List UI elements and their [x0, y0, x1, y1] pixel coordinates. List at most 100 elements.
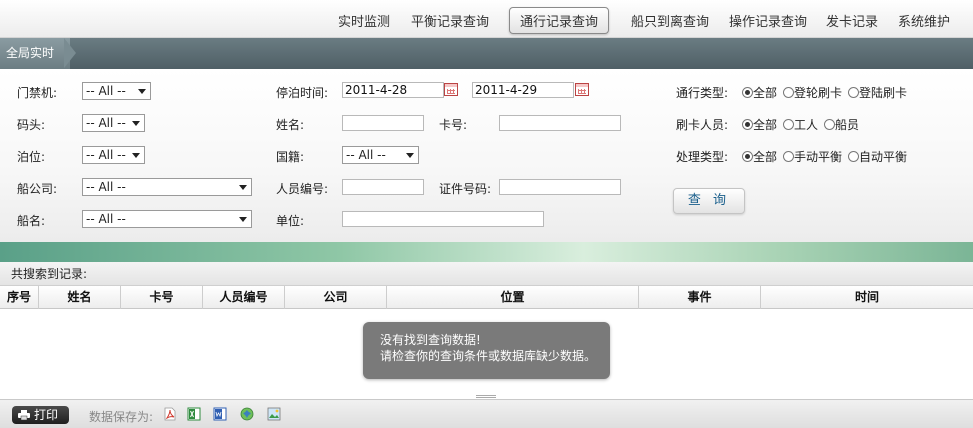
ship-name-select-value: -- All --: [86, 212, 126, 226]
print-button[interactable]: 打印: [12, 406, 69, 424]
save-as-label: 数据保存为:: [89, 410, 154, 424]
column-header-location[interactable]: 位置: [387, 286, 639, 309]
card-no-label: 卡号:: [439, 118, 468, 132]
chevron-down-icon: [138, 89, 146, 94]
pass-type-label: 通行类型:: [676, 86, 729, 100]
id-no-label: 证件号码:: [439, 182, 492, 196]
pass-type-radio-group: 全部 登轮刷卡 登陆刷卡: [742, 84, 913, 101]
radio-checked-icon[interactable]: [742, 119, 753, 130]
card-no-field[interactable]: [499, 115, 621, 131]
pass-type-option-land[interactable]: 登陆刷卡: [848, 86, 907, 100]
decorative-band: [0, 242, 973, 262]
stay-time-start-field[interactable]: 2011-4-28: [342, 82, 444, 98]
nav-balance-record-query[interactable]: 平衡记录查询: [411, 11, 489, 30]
no-data-line-1: 没有找到查询数据!: [380, 333, 481, 347]
calendar-icon[interactable]: [575, 83, 589, 96]
word-icon[interactable]: [213, 407, 227, 421]
column-header-event[interactable]: 事件: [639, 286, 761, 309]
radio-icon[interactable]: [783, 87, 795, 98]
record-count-summary: 共搜索到记录:: [0, 262, 973, 286]
gate-select[interactable]: -- All --: [82, 82, 151, 100]
calendar-icon[interactable]: [444, 83, 458, 96]
berth-select[interactable]: -- All --: [82, 146, 145, 164]
print-button-label: 打印: [34, 408, 59, 422]
radio-label: 自动平衡: [859, 150, 908, 164]
card-person-option-all[interactable]: 全部: [742, 118, 777, 132]
radio-label: 手动平衡: [794, 150, 843, 164]
ship-company-select[interactable]: -- All --: [82, 178, 252, 196]
name-field[interactable]: [342, 115, 424, 131]
radio-checked-icon[interactable]: [742, 151, 753, 162]
unit-label: 单位:: [276, 214, 305, 228]
dock-select-value: -- All --: [86, 116, 126, 130]
staff-no-field[interactable]: [342, 179, 424, 195]
excel-icon[interactable]: [187, 407, 201, 421]
gate-label: 门禁机:: [17, 86, 58, 100]
radio-icon[interactable]: [783, 151, 795, 162]
web-icon[interactable]: [240, 407, 254, 421]
card-person-option-worker[interactable]: 工人: [783, 118, 818, 132]
top-navigation: 实时监测 平衡记录查询 通行记录查询 船只到离查询 操作记录查询 发卡记录 系统…: [0, 0, 973, 38]
pass-type-option-board[interactable]: 登轮刷卡: [783, 86, 842, 100]
ship-company-select-value: -- All --: [86, 180, 126, 194]
nav-ship-arrival-query[interactable]: 船只到离查询: [631, 11, 709, 30]
gate-select-value: -- All --: [86, 84, 126, 98]
pass-type-option-all[interactable]: 全部: [742, 86, 777, 100]
nav-system-maintenance[interactable]: 系统维护: [898, 11, 950, 30]
radio-icon[interactable]: [783, 119, 795, 130]
nav-pass-record-query[interactable]: 通行记录查询: [509, 7, 610, 34]
radio-label: 全部: [753, 118, 778, 132]
stay-time-label: 停泊时间:: [276, 86, 329, 100]
ship-name-select[interactable]: -- All --: [82, 210, 252, 228]
column-header-company[interactable]: 公司: [285, 286, 387, 309]
breadcrumb[interactable]: 全局实时: [0, 38, 70, 69]
column-header-card-no[interactable]: 卡号: [121, 286, 203, 309]
id-no-field[interactable]: [499, 179, 621, 195]
image-icon[interactable]: [267, 407, 281, 421]
process-type-option-manual[interactable]: 手动平衡: [783, 150, 842, 164]
dock-select[interactable]: -- All --: [82, 114, 145, 132]
chevron-down-icon: [239, 185, 247, 190]
radio-label: 登轮刷卡: [794, 86, 843, 100]
chevron-down-icon: [406, 153, 414, 158]
nav-operation-record-query[interactable]: 操作记录查询: [729, 11, 807, 30]
column-header-staff-no[interactable]: 人员编号: [203, 286, 285, 309]
breadcrumb-arrow-icon: [64, 38, 76, 68]
process-type-option-auto[interactable]: 自动平衡: [848, 150, 907, 164]
unit-field[interactable]: [342, 211, 544, 227]
printer-icon: [18, 410, 30, 420]
no-data-message: 没有找到查询数据! 请检查你的查询条件或数据库缺少数据。: [363, 322, 610, 379]
resize-handle[interactable]: [476, 395, 496, 398]
nationality-select-value: -- All --: [346, 148, 386, 162]
nationality-select[interactable]: -- All --: [342, 146, 419, 164]
radio-label: 船员: [835, 118, 860, 132]
query-button[interactable]: 查 询: [673, 188, 745, 214]
card-person-radio-group: 全部 工人 船员: [742, 116, 865, 133]
chevron-down-icon: [239, 217, 247, 222]
radio-icon[interactable]: [824, 119, 836, 130]
radio-checked-icon[interactable]: [742, 87, 753, 98]
dock-label: 码头:: [17, 118, 46, 132]
card-person-option-crew[interactable]: 船员: [824, 118, 859, 132]
stay-time-end-field[interactable]: 2011-4-29: [472, 82, 574, 98]
radio-label: 工人: [794, 118, 819, 132]
card-person-label: 刷卡人员:: [676, 118, 729, 132]
nav-card-issue-record[interactable]: 发卡记录: [826, 11, 878, 30]
breadcrumb-bar: 全局实时: [0, 38, 973, 69]
nav-realtime-monitor[interactable]: 实时监测: [338, 11, 390, 30]
radio-icon[interactable]: [848, 87, 860, 98]
column-header-index[interactable]: 序号: [0, 286, 39, 309]
berth-label: 泊位:: [17, 150, 46, 164]
radio-label: 登陆刷卡: [859, 86, 908, 100]
column-header-name[interactable]: 姓名: [39, 286, 121, 309]
chevron-down-icon: [132, 121, 140, 126]
ship-name-label: 船名:: [17, 214, 46, 228]
results-table-header: 序号 姓名 卡号 人员编号 公司 位置 事件 时间: [0, 286, 973, 309]
radio-icon[interactable]: [848, 151, 860, 162]
column-header-time[interactable]: 时间: [761, 286, 973, 309]
radio-label: 全部: [753, 150, 778, 164]
pdf-icon[interactable]: [163, 407, 177, 421]
ship-company-label: 船公司:: [17, 182, 58, 196]
radio-label: 全部: [753, 86, 778, 100]
process-type-option-all[interactable]: 全部: [742, 150, 777, 164]
